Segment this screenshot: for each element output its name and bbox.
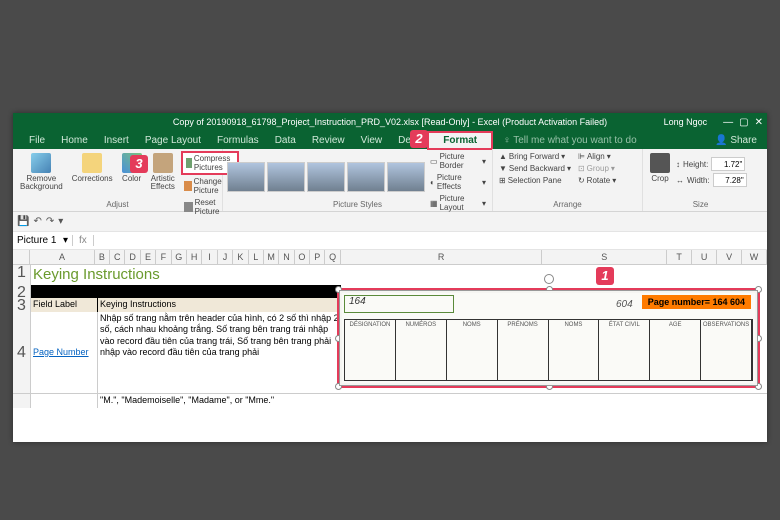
align-button[interactable]: ⊫ Align ▾	[576, 151, 618, 162]
send-backward-button[interactable]: ▼ Send Backward ▾	[497, 163, 573, 174]
artistic-effects-button[interactable]: Artistic Effects	[148, 151, 178, 193]
corrections-button[interactable]: Corrections	[69, 151, 116, 185]
fx-icon[interactable]: fx	[73, 235, 94, 246]
tab-formulas[interactable]: Formulas	[209, 133, 267, 148]
callout-2: 2	[410, 130, 428, 148]
callout-1: 1	[596, 267, 614, 285]
size-group-label: Size	[647, 200, 754, 209]
ribbon-tabs: File Home Insert Page Layout Formulas Da…	[13, 131, 767, 149]
column-header[interactable]: Q	[325, 250, 340, 265]
column-header[interactable]: O	[295, 250, 310, 265]
quick-access-toolbar: 💾 ↶ ↷ ▾	[13, 212, 767, 232]
instructions-cell[interactable]: Nhập số trang nằm trên header của hình, …	[98, 312, 341, 393]
excel-window: Copy of 20190918_61798_Project_Instructi…	[13, 113, 767, 442]
width-icon: ↔	[676, 176, 684, 185]
window-title: Copy of 20190918_61798_Project_Instructi…	[173, 117, 607, 127]
qat-dropdown-icon[interactable]: ▾	[58, 216, 63, 227]
remove-background-button[interactable]: Remove Background	[17, 151, 66, 193]
black-header-row	[31, 285, 341, 298]
tab-view[interactable]: View	[353, 133, 391, 148]
undo-icon[interactable]: ↶	[33, 216, 41, 227]
rotate-button[interactable]: ↻ Rotate ▾	[576, 175, 618, 186]
page-number-link[interactable]: Page Number	[33, 347, 89, 358]
column-header[interactable]: R	[341, 250, 542, 265]
tab-data[interactable]: Data	[267, 133, 304, 148]
tab-format[interactable]: Format	[427, 131, 493, 150]
selection-pane-button[interactable]: ⊞ Selection Pane	[497, 175, 573, 186]
tell-me[interactable]: ♀ Tell me what you want to do	[503, 135, 637, 146]
column-header[interactable]: M	[264, 250, 279, 265]
crop-button[interactable]: Crop	[647, 151, 673, 185]
column-header[interactable]: N	[279, 250, 294, 265]
height-input[interactable]	[711, 157, 745, 171]
change-picture-icon	[184, 181, 192, 191]
column-header[interactable]: D	[125, 250, 140, 265]
picture-effects-button[interactable]: ◐ Picture Effects ▾	[428, 172, 488, 192]
share-button[interactable]: 👤 Share	[715, 135, 767, 146]
tab-review[interactable]: Review	[304, 133, 353, 148]
titlebar: Copy of 20190918_61798_Project_Instructi…	[13, 113, 767, 131]
rotate-handle[interactable]	[544, 274, 554, 284]
redo-icon[interactable]: ↷	[46, 216, 54, 227]
worksheet[interactable]: ABCDEFGHIJKLMNOPQRSTUVW 1 Keying Instruct…	[13, 250, 767, 442]
keying-instructions-header[interactable]: Keying Instructions	[98, 298, 341, 312]
column-header[interactable]: I	[202, 250, 217, 265]
ribbon: Remove Background Corrections Color Arti…	[13, 149, 767, 212]
tab-file[interactable]: File	[21, 133, 53, 148]
column-header[interactable]: J	[218, 250, 233, 265]
compress-icon	[186, 158, 192, 168]
column-header[interactable]: T	[667, 250, 692, 265]
column-header[interactable]: F	[156, 250, 171, 265]
number-604: 604	[616, 299, 633, 317]
column-header[interactable]: B	[95, 250, 110, 265]
field-label-header[interactable]: Field Label	[31, 298, 98, 312]
arrange-group-label: Arrange	[497, 200, 638, 209]
window-controls[interactable]: —▢✕	[717, 117, 763, 128]
width-input[interactable]	[713, 173, 747, 187]
green-box-164: 164	[344, 295, 454, 313]
column-header[interactable]: E	[141, 250, 156, 265]
group-button[interactable]: ⊡ Group ▾	[576, 163, 618, 174]
column-header[interactable]: C	[110, 250, 125, 265]
adjust-group-label: Adjust	[17, 200, 218, 209]
tab-page-layout[interactable]: Page Layout	[137, 133, 209, 148]
selected-picture[interactable]: 164 604 Page number= 164 604 DÉSIGNATION…	[337, 288, 760, 388]
column-header[interactable]: G	[172, 250, 187, 265]
column-header[interactable]: K	[233, 250, 248, 265]
row5-cell[interactable]: "M.", "Mademoiselle", "Madame", or "Mme.…	[98, 394, 276, 408]
picture-styles-group-label: Picture Styles	[227, 200, 488, 209]
column-header[interactable]: H	[187, 250, 202, 265]
column-header[interactable]: A	[30, 250, 94, 265]
column-header[interactable]: P	[310, 250, 325, 265]
callout-3: 3	[130, 155, 148, 173]
document-table: DÉSIGNATIONNUMÉROSNOMSPRÉNOMSNOMSÉTAT CI…	[344, 319, 753, 381]
column-header[interactable]: S	[542, 250, 667, 265]
user-name: Long Ngọc	[664, 117, 708, 127]
column-header[interactable]: L	[249, 250, 264, 265]
height-icon: ↕	[676, 160, 680, 169]
column-header[interactable]: W	[742, 250, 767, 265]
name-box[interactable]: Picture 1▾	[13, 235, 73, 246]
tab-insert[interactable]: Insert	[96, 133, 137, 148]
picture-styles-gallery[interactable]	[227, 151, 425, 199]
formula-bar-row: Picture 1▾ fx	[13, 232, 767, 250]
title-cell[interactable]: Keying Instructions	[31, 265, 160, 285]
bring-forward-button[interactable]: ▲ Bring Forward ▾	[497, 151, 573, 162]
picture-border-button[interactable]: ▭ Picture Border ▾	[428, 151, 488, 171]
column-header[interactable]: V	[717, 250, 742, 265]
column-header[interactable]: U	[692, 250, 717, 265]
tab-home[interactable]: Home	[53, 133, 96, 148]
save-icon[interactable]: 💾	[17, 216, 29, 227]
orange-label: Page number= 164 604	[642, 295, 751, 309]
